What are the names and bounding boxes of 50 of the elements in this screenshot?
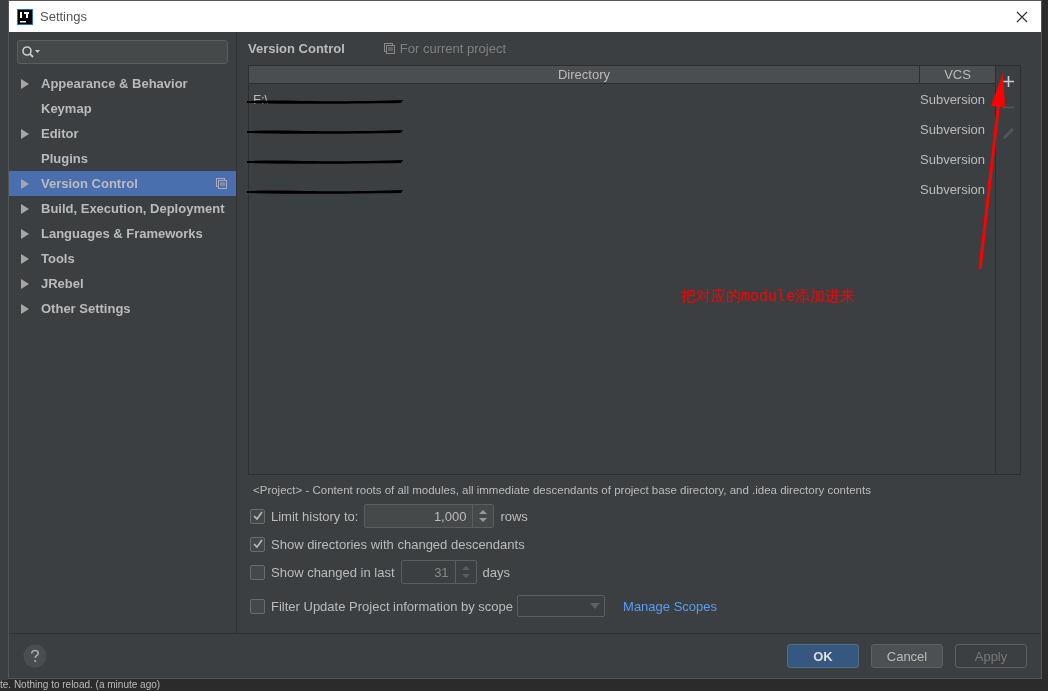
window-title: Settings [40,9,88,24]
unit-label: days [482,564,511,580]
annotation-text: 把对应的module添加进来 [681,287,856,306]
app-logo-icon [17,8,33,25]
sidebar-item[interactable]: Editor [9,121,236,146]
expand-arrow-icon [21,78,29,89]
expand-arrow-icon [21,203,29,214]
expand-arrow-icon [21,228,29,239]
column-header[interactable]: Directory [249,66,919,83]
checkbox-label: Filter Update Project information by scope [271,598,514,614]
project-scope-icon [383,43,395,54]
checkbox-label: Show directories with changed descendants [271,536,525,552]
sidebar-item[interactable]: Other Settings [9,296,236,321]
scope-note: For current project [399,41,506,56]
close-icon [1016,10,1028,23]
checkbox-label: Show changed in last [271,564,395,580]
sidebar-item[interactable]: JRebel [9,271,236,296]
search-field[interactable] [17,40,228,64]
checkbox[interactable] [250,508,265,524]
sidebar-item[interactable]: Tools [9,246,236,271]
help-text: <Project> - Content roots of all modules, all immediate descendants of project base directory, and .idea directory contents [253,484,872,496]
expand-arrow-icon [21,253,29,264]
number-spinner[interactable]: 1,000 [364,504,495,528]
help-button[interactable] [23,644,47,668]
expand-arrow-icon [21,303,29,314]
scope-dropdown[interactable] [517,595,606,617]
sidebar-item[interactable]: Appearance & Behavior [9,71,236,96]
column-header[interactable]: VCS [919,66,995,83]
unit-label: rows [500,508,528,524]
expand-arrow-icon [21,128,29,139]
dropdown-arrow-icon [590,603,601,609]
table-cell-text: Subversion [919,151,987,167]
status-text: te. Nothing to reload. (a minute ago) [0,679,161,690]
dialog-button[interactable]: OK [787,644,859,668]
checkbox-label: Limit history to: [271,508,359,524]
page-title: Version Control [248,41,345,56]
expand-arrow-icon [21,178,29,189]
search-icon [21,45,41,59]
sidebar-item[interactable]: Keymap [9,96,236,121]
dialog-button[interactable]: Cancel [871,644,943,668]
manage-scopes-link[interactable]: Manage Scopes [623,598,717,614]
checkbox[interactable] [250,598,265,614]
sidebar-item[interactable]: Build, Execution, Deployment [9,196,236,221]
sidebar-item[interactable]: Languages & Frameworks [9,221,236,246]
checkbox[interactable] [250,536,265,552]
table-cell-text: Subversion [919,91,987,107]
table-cell-text: Subversion [919,121,987,137]
sidebar-item[interactable]: Plugins [9,146,236,171]
table-cell-text: Subversion [919,181,987,197]
expand-arrow-icon [21,278,29,289]
